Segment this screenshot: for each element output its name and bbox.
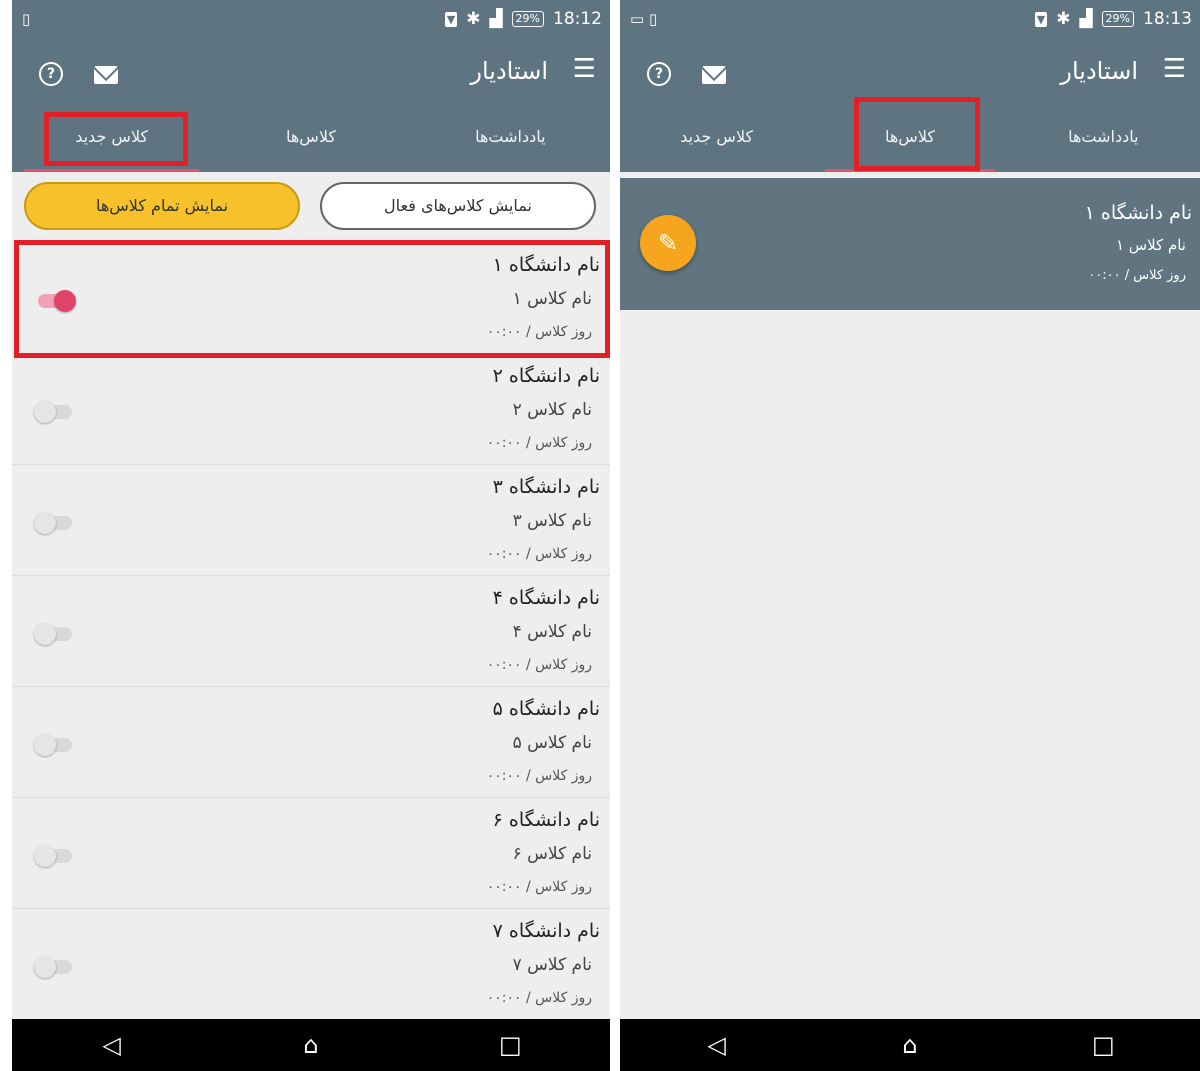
class-active-toggle[interactable]: [34, 956, 72, 978]
class-day-time: روز کلاس / ۰۰:۰۰: [486, 546, 592, 562]
app-title: استادیار: [1060, 57, 1138, 85]
recents-icon[interactable]: □: [1007, 1019, 1200, 1071]
class-active-toggle[interactable]: [34, 401, 72, 423]
list-item[interactable]: نام دانشگاه ۷ نام کلاس ۷ روز کلاس / ۰۰:۰…: [12, 910, 610, 1020]
app-title: استادیار: [470, 57, 548, 85]
mail-icon[interactable]: [94, 66, 118, 84]
list-item[interactable]: نام دانشگاه ۴ نام کلاس ۴ روز کلاس / ۰۰:۰…: [12, 577, 610, 687]
filter-bar: نمایش تمام کلاس‌ها نمایش کلاس‌های فعال: [12, 172, 610, 240]
university-name: نام دانشگاه ۶: [492, 809, 600, 831]
list-item[interactable]: نام دانشگاه ۳ نام کلاس ۳ روز کلاس / ۰۰:۰…: [12, 466, 610, 576]
class-active-toggle[interactable]: [34, 734, 72, 756]
class-active-toggle[interactable]: [34, 845, 72, 867]
class-name: نام کلاس ۶: [512, 844, 592, 864]
right-screen: ▭ ▯ ▼ ✱ ▟ 29% 18:13 ☰ استادیار ? کلاس جد…: [620, 0, 1200, 1071]
university-name: نام دانشگاه ۲: [492, 365, 600, 387]
back-icon[interactable]: ◁: [620, 1019, 813, 1071]
help-circle-icon[interactable]: ?: [647, 62, 671, 86]
toggle-knob: [34, 845, 56, 867]
home-icon[interactable]: ⌂: [211, 1019, 410, 1071]
toggle-knob: [34, 734, 56, 756]
battery-indicator: 29%: [511, 11, 544, 27]
show-all-classes-button[interactable]: نمایش تمام کلاس‌ها: [24, 182, 300, 230]
toggle-knob: [34, 401, 56, 423]
class-name: نام کلاس ۳: [512, 511, 592, 531]
wifi-icon: ▼: [444, 11, 458, 27]
toggle-knob: [34, 956, 56, 978]
recents-icon[interactable]: □: [411, 1019, 610, 1071]
list-item[interactable]: نام دانشگاه ۵ نام کلاس ۵ روز کلاس / ۰۰:۰…: [12, 688, 610, 798]
class-day-time: روز کلاس / ۰۰:۰۰: [486, 768, 592, 784]
toggle-knob: [34, 512, 56, 534]
hamburger-icon[interactable]: ☰: [573, 54, 596, 84]
class-name: نام کلاس ۲: [512, 400, 592, 420]
status-bar: ▯ ▼ ✱ ▟ 29% 18:12: [12, 0, 610, 40]
sim-icon: ▯: [22, 10, 31, 28]
tab-notes[interactable]: یادداشت‌ها: [1007, 108, 1200, 172]
signal-icon: ▟: [489, 9, 503, 29]
class-name: نام کلاس ۷: [512, 955, 592, 975]
class-name: نام کلاس ۴: [512, 622, 592, 642]
highlight-box-new-class-tab: [44, 112, 188, 166]
wifi-icon: ▼: [1034, 11, 1048, 27]
list-item[interactable]: نام دانشگاه ۲ نام کلاس ۲ روز کلاس / ۰۰:۰…: [12, 355, 610, 465]
class-name: نام کلاس ۵: [512, 733, 592, 753]
toggle-knob: [34, 623, 56, 645]
tab-classes[interactable]: کلاس‌ها: [211, 108, 410, 172]
bluetooth-icon: ✱: [1056, 9, 1071, 29]
university-name: نام دانشگاه ۷: [492, 920, 600, 942]
status-time: 18:12: [553, 9, 602, 29]
home-icon[interactable]: ⌂: [813, 1019, 1006, 1071]
show-active-classes-button[interactable]: نمایش کلاس‌های فعال: [320, 182, 596, 230]
mail-icon[interactable]: [702, 66, 726, 84]
university-name: نام دانشگاه ۳: [492, 476, 600, 498]
university-name: نام دانشگاه ۱: [1084, 202, 1192, 224]
status-bar: ▭ ▯ ▼ ✱ ▟ 29% 18:13: [620, 0, 1200, 40]
list-item[interactable]: نام دانشگاه ۶ نام کلاس ۶ روز کلاس / ۰۰:۰…: [12, 799, 610, 909]
sim-icon: ▭ ▯: [630, 10, 658, 28]
class-active-toggle[interactable]: [34, 623, 72, 645]
status-time: 18:13: [1143, 9, 1192, 29]
left-screen: ▯ ▼ ✱ ▟ 29% 18:12 ☰ استادیار ? کلاس جدید…: [12, 0, 610, 1071]
class-day-time: روز کلاس / ۰۰:۰۰: [486, 435, 592, 451]
signal-icon: ▟: [1079, 9, 1093, 29]
pencil-icon[interactable]: ✎: [640, 215, 696, 271]
class-name: نام کلاس ۱: [1115, 236, 1186, 254]
back-icon[interactable]: ◁: [12, 1019, 211, 1071]
university-name: نام دانشگاه ۴: [492, 587, 600, 609]
class-active-toggle[interactable]: [34, 512, 72, 534]
app-bar: ☰ استادیار ?: [12, 40, 610, 108]
university-name: نام دانشگاه ۵: [492, 698, 600, 720]
system-nav-bar: ◁ ⌂ □: [12, 1019, 610, 1071]
battery-indicator: 29%: [1101, 11, 1134, 27]
class-day-time: روز کلاس / ۰۰:۰۰: [486, 879, 592, 895]
class-day-time: روز کلاس / ۰۰:۰۰: [486, 657, 592, 673]
bluetooth-icon: ✱: [466, 9, 481, 29]
system-nav-bar: ◁ ⌂ □: [620, 1019, 1200, 1071]
highlight-box-classes-tab: [854, 97, 980, 171]
help-circle-icon[interactable]: ?: [39, 62, 63, 86]
class-day-time: روز کلاس / ۰۰:۰۰: [486, 990, 592, 1006]
hamburger-icon[interactable]: ☰: [1163, 54, 1186, 84]
class-day-time: روز کلاس / ۰۰:۰۰: [1088, 268, 1186, 283]
class-card[interactable]: نام دانشگاه ۱ نام کلاس ۱ روز کلاس / ۰۰:۰…: [620, 178, 1200, 310]
highlight-box-first-class: [14, 240, 610, 358]
tab-new-class[interactable]: کلاس جدید: [620, 108, 813, 172]
tab-notes[interactable]: یادداشت‌ها: [411, 108, 610, 172]
